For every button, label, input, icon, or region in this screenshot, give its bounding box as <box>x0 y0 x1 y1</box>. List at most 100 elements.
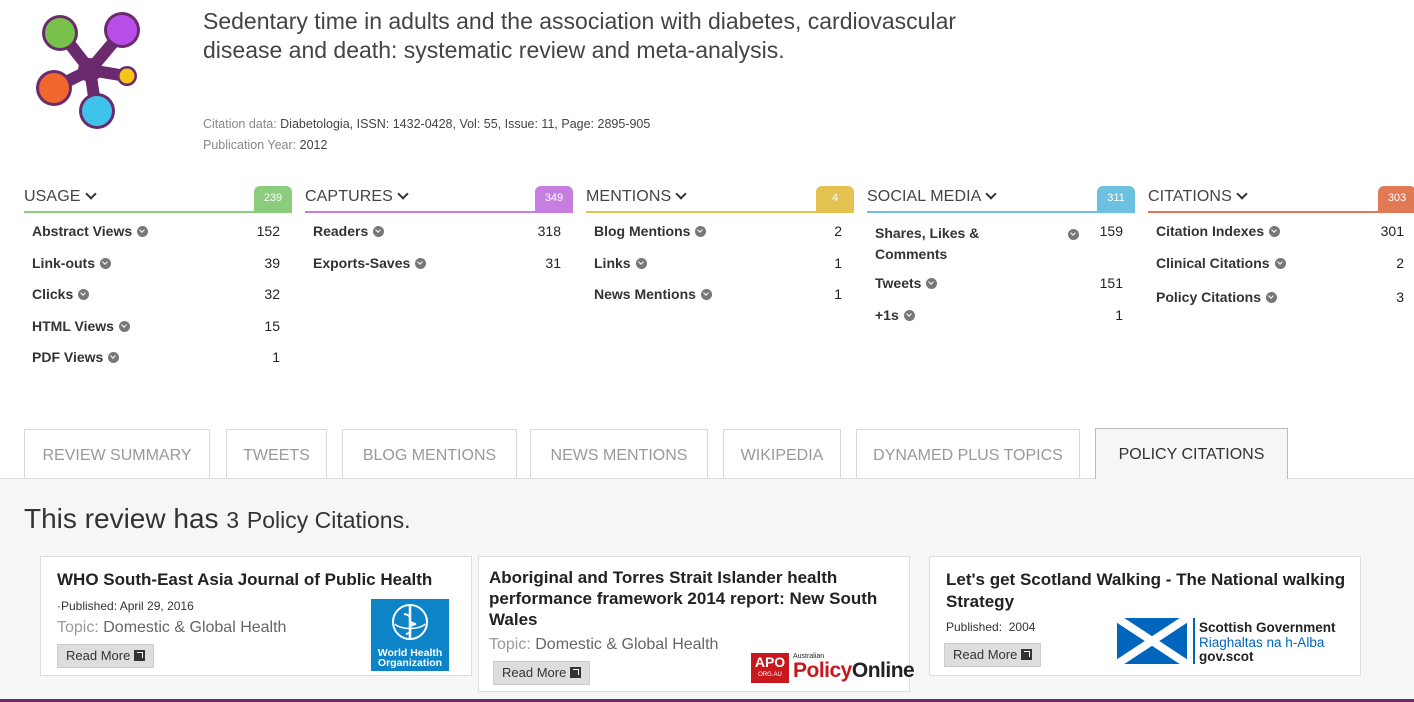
summary-count: 3 <box>226 507 240 533</box>
metric-value: 151 <box>1099 275 1123 291</box>
metric-row: Exports-Saves 31 <box>305 255 573 287</box>
metric-header-citations[interactable]: CITATIONS 303 <box>1148 186 1414 213</box>
metric-row: PDF Views 1 <box>24 349 292 381</box>
metric-row: +1s 1 <box>867 307 1135 339</box>
summary-suffix: Policy Citations. <box>246 507 411 533</box>
metric-row: Blog Mentions 2 <box>586 223 854 255</box>
info-icon[interactable] <box>1266 292 1278 303</box>
card-published: Published: 2004 <box>946 620 1035 634</box>
metric-label: Abstract Views <box>32 223 133 239</box>
info-icon[interactable] <box>137 226 149 237</box>
metric-value: 2 <box>834 223 842 239</box>
tab-bar: REVIEW SUMMARY TWEETS BLOG MENTIONS NEWS… <box>24 428 1414 479</box>
tab-wikipedia[interactable]: WIKIPEDIA <box>723 429 841 478</box>
metric-label: Readers <box>313 223 369 239</box>
info-icon[interactable] <box>1269 226 1281 237</box>
metric-value: 39 <box>264 254 280 271</box>
card-title[interactable]: Aboriginal and Torres Strait Islander he… <box>489 567 907 630</box>
info-icon[interactable] <box>118 320 130 332</box>
metric-header-mentions[interactable]: MENTIONS 4 <box>586 186 854 213</box>
published-value: April 29, 2016 <box>119 599 194 613</box>
card-topic: Topic: Domestic & Global Health <box>489 636 718 654</box>
metric-value: 1 <box>834 286 842 302</box>
site-logo[interactable] <box>30 8 150 133</box>
metric-label: Exports-Saves <box>313 254 411 271</box>
read-more-button[interactable]: Read More <box>493 661 591 685</box>
topic-value: Domestic & Global Health <box>535 636 719 653</box>
citation-value: Diabetologia, ISSN: 1432-0428, Vol: 55, … <box>280 117 651 131</box>
metric-value: 152 <box>256 223 280 239</box>
metric-value: 31 <box>545 254 561 271</box>
logo-text-line: Scottish Government <box>1199 620 1336 635</box>
metric-label: Links <box>594 254 631 271</box>
read-more-label: Read More <box>953 647 1018 662</box>
topic-value: Domestic & Global Health <box>103 619 287 636</box>
info-icon[interactable] <box>415 257 427 269</box>
metric-title: CAPTURES <box>305 188 393 205</box>
tab-news-mentions[interactable]: NEWS MENTIONS <box>530 429 708 478</box>
metric-title: SOCIAL MEDIA <box>867 188 982 205</box>
metric-total-badge: 4 <box>816 186 854 211</box>
tab-review-summary[interactable]: REVIEW SUMMARY <box>24 429 210 478</box>
topic-label: Topic: <box>489 636 531 653</box>
tab-blog-mentions[interactable]: BLOG MENTIONS <box>342 429 517 478</box>
metric-column-mentions: MENTIONS 4 Blog Mentions 2 Links 1 News Me… <box>586 186 854 318</box>
apo-wordmark-b: Online <box>851 659 915 682</box>
metric-value: 2 <box>1396 254 1404 271</box>
who-logo: World Health Organization <box>371 599 449 671</box>
card-title[interactable]: Let's get Scotland Walking - The Nationa… <box>946 569 1346 613</box>
tab-policy-citations[interactable]: POLICY CITATIONS <box>1095 428 1288 479</box>
metric-header-captures[interactable]: CAPTURES 349 <box>305 186 573 213</box>
metric-total-badge: 303 <box>1378 186 1414 211</box>
info-icon[interactable] <box>373 226 385 237</box>
metric-label: Clicks <box>32 286 74 302</box>
metric-row: News Mentions 1 <box>586 286 854 318</box>
metric-header-social-media[interactable]: SOCIAL MEDIA 311 <box>867 186 1135 213</box>
logo-text-line: Organization <box>377 657 443 669</box>
info-icon[interactable] <box>100 257 111 269</box>
chevron-down-icon <box>985 188 998 200</box>
chevron-down-icon <box>84 188 97 200</box>
logo-text-line: Riaghaltas na h-Alba <box>1199 635 1325 650</box>
metric-row: Link-outs 39 <box>24 255 292 287</box>
policy-card: WHO South-East Asia Journal of Public He… <box>40 556 472 676</box>
read-more-button[interactable]: Read More <box>944 643 1042 667</box>
review-count-heading: This review has 3 Policy Citations. <box>24 503 411 535</box>
metric-value: 1 <box>1115 306 1123 323</box>
info-icon[interactable] <box>1068 229 1079 240</box>
info-icon[interactable] <box>695 226 707 237</box>
info-icon[interactable] <box>903 309 915 321</box>
tab-tweets[interactable]: TWEETS <box>226 429 327 478</box>
who-emblem-icon <box>392 604 428 640</box>
card-title[interactable]: WHO South-East Asia Journal of Public He… <box>57 569 467 590</box>
apo-box-subtext: ORG.AU <box>758 672 782 678</box>
info-icon[interactable] <box>926 278 938 289</box>
topic-label: Topic: <box>57 619 99 636</box>
apo-wordmark: PolicyOnline <box>793 659 915 683</box>
metric-value: 15 <box>264 317 280 334</box>
info-icon[interactable] <box>1274 257 1286 269</box>
policy-card: Let's get Scotland Walking - The Nationa… <box>929 556 1361 676</box>
info-icon[interactable] <box>700 289 712 300</box>
metric-label: Blog Mentions <box>594 223 691 239</box>
info-icon[interactable] <box>78 289 90 300</box>
chevron-down-icon <box>1236 188 1248 200</box>
metric-row: Citation Indexes 301 <box>1148 223 1414 255</box>
apo-box: APO ORG.AU <box>751 653 789 683</box>
metric-total-badge: 311 <box>1097 186 1135 211</box>
metric-value: 1 <box>272 349 280 365</box>
info-icon[interactable] <box>108 352 120 363</box>
chevron-down-icon <box>397 188 409 200</box>
info-icon[interactable] <box>635 257 647 269</box>
external-link-icon <box>1021 649 1033 660</box>
external-link-icon <box>134 650 146 661</box>
card-published: ·Published: April 29, 2016 <box>57 599 194 613</box>
read-more-button[interactable]: Read More <box>57 644 155 668</box>
tab-dynamed-plus-topics[interactable]: DYNAMED PLUS TOPICS <box>856 429 1080 478</box>
apo-wordmark-a: Policy <box>793 659 852 682</box>
scottish-government-logo: Scottish Government Riaghaltas na h-Alba… <box>1117 618 1357 666</box>
pubyear-value: 2012 <box>299 138 328 152</box>
read-more-label: Read More <box>502 665 567 680</box>
metric-header-usage[interactable]: USAGE 239 <box>24 186 292 213</box>
published-value: 2004 <box>1008 620 1036 634</box>
